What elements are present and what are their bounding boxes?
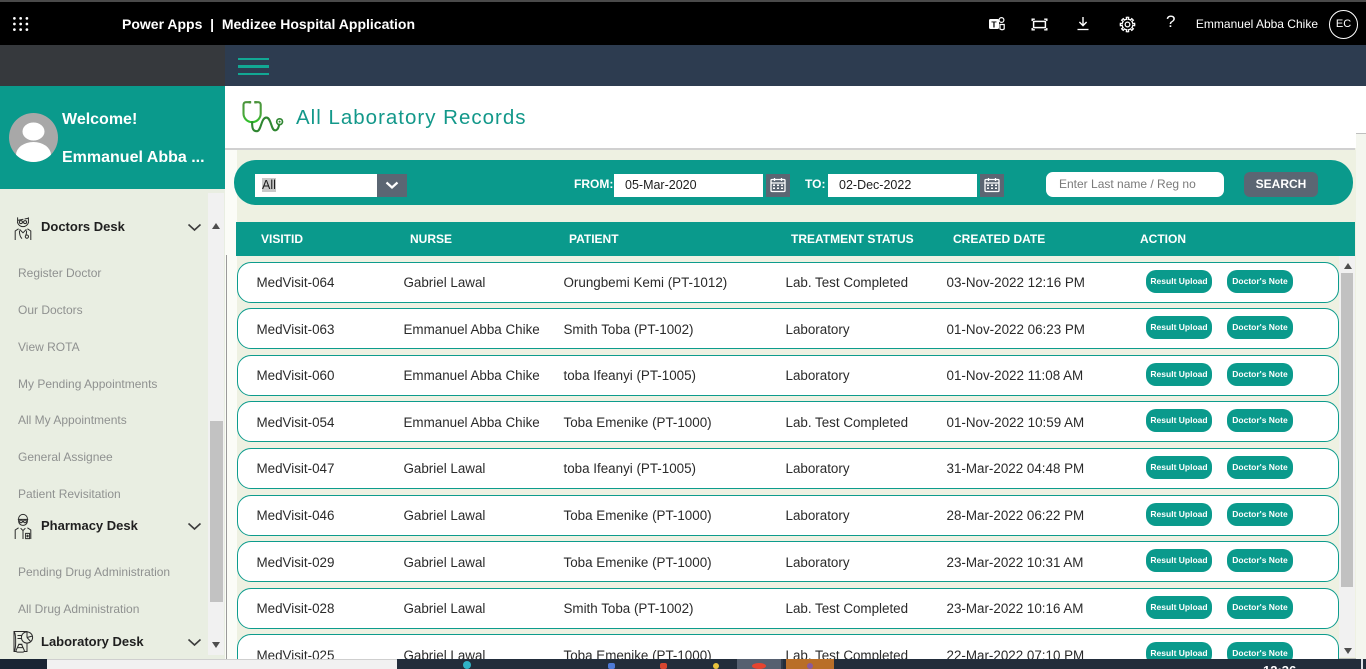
svg-text:T: T [991, 20, 997, 30]
